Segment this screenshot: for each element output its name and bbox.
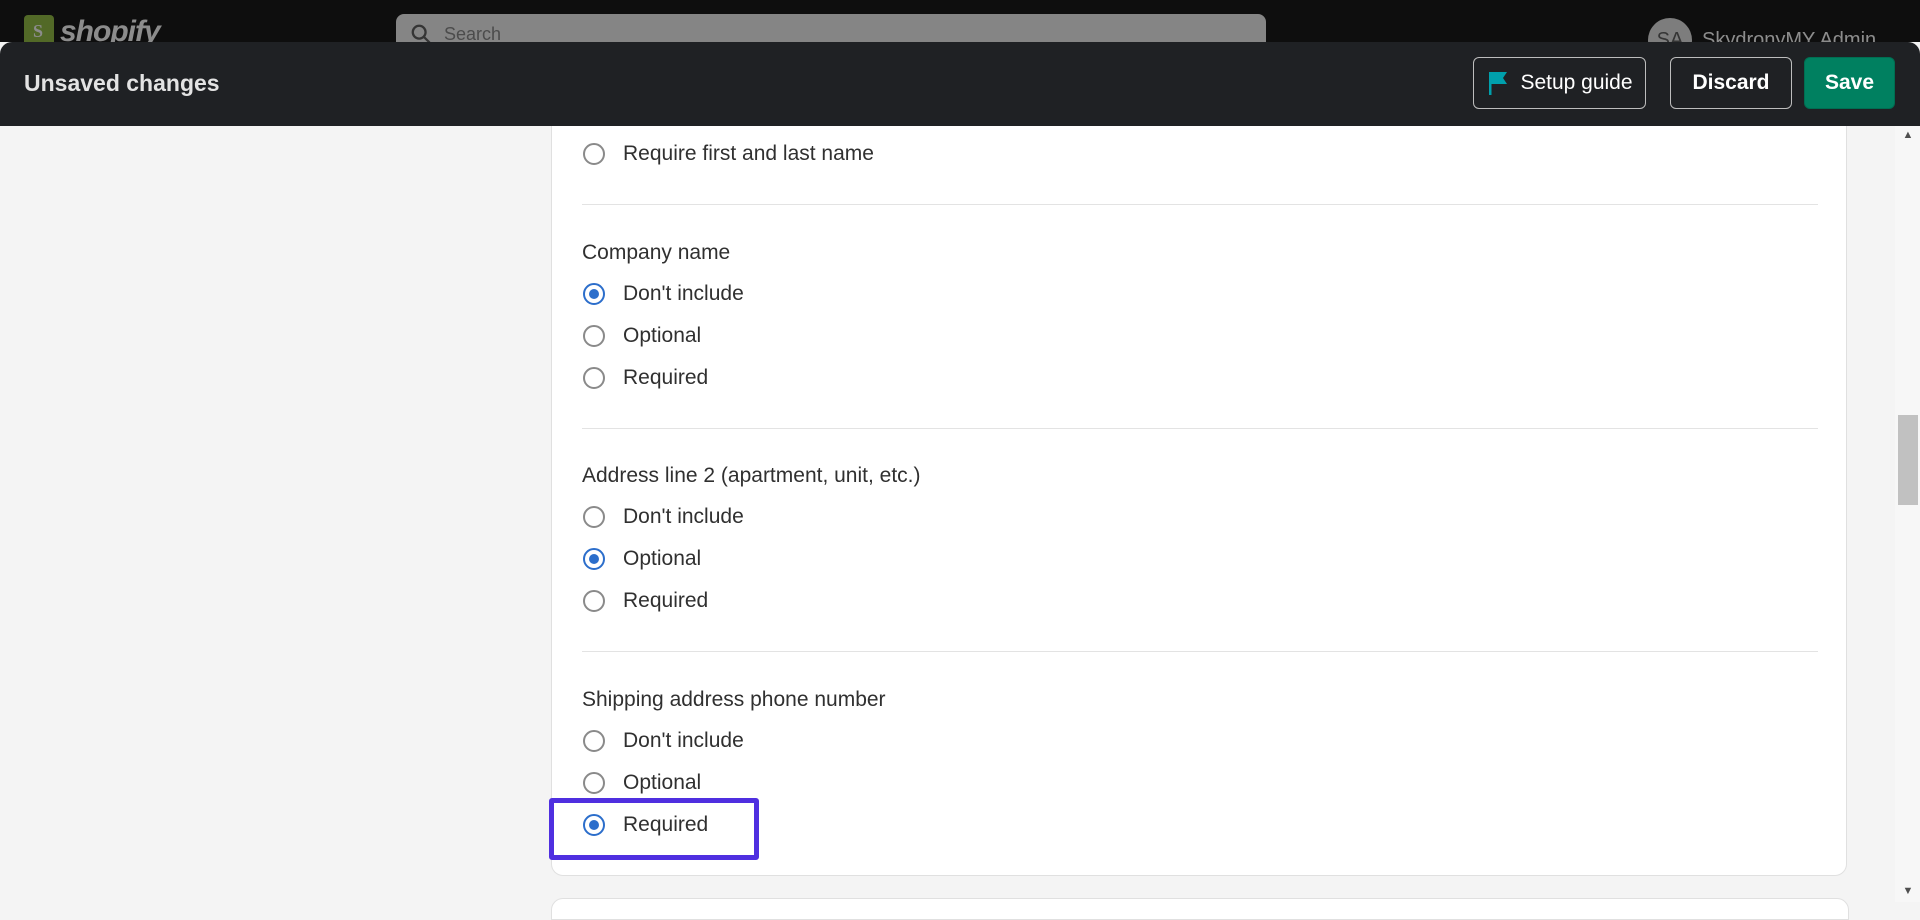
unsaved-changes-bar: Unsaved changes Setup guide Discard Save (0, 42, 1920, 126)
radio-button[interactable] (583, 367, 605, 389)
phone-radio-dont-include[interactable]: Don't include (583, 726, 744, 756)
address2-radio-dont-include[interactable]: Don't include (583, 502, 744, 532)
radio-button-checked[interactable] (583, 283, 605, 305)
address2-radio-required[interactable]: Required (583, 586, 708, 616)
phone-radio-optional[interactable]: Optional (583, 768, 701, 798)
scroll-up-arrow-icon[interactable]: ▲ (1900, 128, 1916, 142)
radio-button[interactable] (583, 143, 605, 165)
section-divider (582, 204, 1818, 205)
radio-button[interactable] (583, 506, 605, 528)
page-scrollbar[interactable] (1895, 126, 1920, 902)
discard-button[interactable]: Discard (1670, 57, 1792, 109)
radio-label: Don't include (623, 505, 744, 528)
scrollbar-thumb[interactable] (1898, 415, 1918, 505)
scroll-down-arrow-icon[interactable]: ▼ (1900, 884, 1916, 898)
radio-label: Required (623, 589, 709, 612)
company-radio-dont-include[interactable]: Don't include (583, 279, 744, 309)
radio-label: Optional (623, 547, 702, 570)
radio-button[interactable] (583, 772, 605, 794)
address2-radio-optional[interactable]: Optional (583, 544, 701, 574)
section-divider (582, 651, 1818, 652)
radio-require-first-last-name[interactable]: Require first and last name (583, 139, 874, 169)
highlight-annotation-box (549, 798, 759, 860)
radio-label: Require first and last name (623, 142, 874, 165)
modal-dim-overlay (0, 0, 1920, 42)
shipping-phone-heading: Shipping address phone number (582, 688, 886, 711)
radio-button-checked[interactable] (583, 548, 605, 570)
admin-top-bar: shopify Search SA SkydronyMY Admin (0, 0, 1920, 42)
section-divider (582, 428, 1818, 429)
flag-icon (1489, 72, 1508, 95)
customer-information-card (551, 126, 1847, 876)
address-line-2-heading: Address line 2 (apartment, unit, etc.) (582, 464, 921, 487)
company-radio-required[interactable]: Required (583, 363, 708, 393)
setup-guide-label: Setup guide (1520, 71, 1633, 94)
radio-button[interactable] (583, 325, 605, 347)
radio-button[interactable] (583, 730, 605, 752)
company-name-heading: Company name (582, 241, 731, 264)
radio-label: Optional (623, 324, 702, 347)
next-card (551, 898, 1849, 920)
radio-label: Don't include (623, 282, 744, 305)
company-radio-optional[interactable]: Optional (583, 321, 701, 351)
setup-guide-button[interactable]: Setup guide (1473, 57, 1646, 109)
save-button[interactable]: Save (1804, 57, 1895, 109)
radio-button[interactable] (583, 590, 605, 612)
unsaved-changes-title: Unsaved changes (24, 70, 220, 96)
radio-label: Required (623, 366, 709, 389)
radio-label: Optional (623, 771, 702, 794)
radio-label: Don't include (623, 729, 744, 752)
